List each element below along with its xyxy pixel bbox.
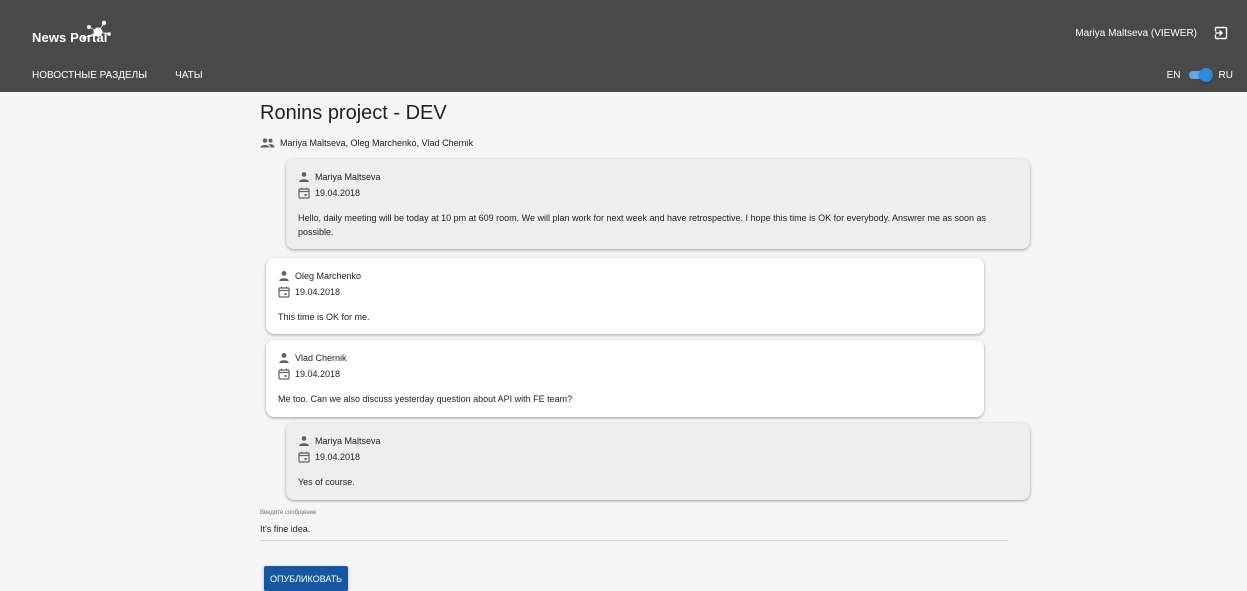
group-icon — [260, 138, 275, 148]
lang-ru-label: RU — [1218, 69, 1233, 81]
message-text: This time is OK for me. — [278, 312, 370, 322]
message-author: Mariya Maltseva — [315, 172, 381, 182]
message-card: Vlad Chernik 19.04.2018 Me too. Can we a… — [266, 340, 984, 417]
calendar-icon — [278, 286, 290, 298]
person-icon — [299, 172, 309, 182]
nav-item-chats[interactable]: ЧАТЫ — [175, 70, 203, 81]
message-date-row: 19.04.2018 — [278, 284, 972, 300]
person-icon — [279, 271, 289, 281]
message-date-row: 19.04.2018 — [298, 449, 1018, 465]
message-author-row: Oleg Marchenko — [278, 268, 972, 284]
message-author-row: Vlad Chernik — [278, 350, 972, 366]
top-app-bar: News Portal НОВОСТНЫЕ РАЗДЕЛЫ ЧАТЫ Mariy… — [0, 0, 1247, 92]
participants-list: Mariya Maltseva, Oleg Marchenko, Vlad Ch… — [280, 138, 474, 148]
message-date: 19.04.2018 — [315, 452, 361, 462]
app-logo[interactable]: News Portal — [32, 18, 122, 50]
language-toggle[interactable] — [1187, 68, 1213, 82]
logo-dots-icon — [82, 20, 111, 40]
message-card: Mariya Maltseva 19.04.2018 Hello, daily … — [286, 159, 1030, 249]
person-icon — [279, 353, 289, 363]
publish-button[interactable]: ОПУБЛИКОВАТЬ — [264, 566, 349, 591]
message-author: Oleg Marchenko — [295, 271, 362, 281]
person-icon — [299, 436, 309, 446]
message-text: Hello, daily meeting will be today at 10… — [298, 213, 986, 237]
logout-icon[interactable] — [1213, 25, 1229, 41]
message-input-label: Введите сообщение — [260, 510, 317, 516]
participants-row: Mariya Maltseva, Oleg Marchenko, Vlad Ch… — [260, 138, 473, 148]
calendar-icon — [298, 187, 310, 199]
message-date: 19.04.2018 — [315, 188, 361, 198]
message-date: 19.04.2018 — [295, 287, 341, 297]
main-nav: НОВОСТНЫЕ РАЗДЕЛЫ ЧАТЫ — [32, 70, 203, 81]
message-text: Me too. Can we also discuss yesterday qu… — [278, 394, 573, 404]
nav-item-news-sections[interactable]: НОВОСТНЫЕ РАЗДЕЛЫ — [32, 70, 147, 81]
message-author-row: Mariya Maltseva — [298, 169, 1018, 185]
message-date: 19.04.2018 — [295, 369, 341, 379]
lang-en-label: EN — [1166, 69, 1181, 81]
message-text: Yes of course. — [298, 477, 355, 487]
message-author: Mariya Maltseva — [315, 436, 381, 446]
message-date-row: 19.04.2018 — [278, 366, 972, 382]
message-card: Mariya Maltseva 19.04.2018 Yes of course… — [286, 423, 1030, 500]
toggle-knob — [1198, 68, 1213, 82]
calendar-icon — [298, 451, 310, 463]
chat-title: Ronins project - DEV — [260, 102, 447, 124]
calendar-icon — [278, 368, 290, 380]
message-author: Vlad Chernik — [295, 353, 347, 363]
message-composer: Введите сообщение — [260, 510, 1008, 541]
message-input[interactable] — [260, 524, 1008, 541]
message-author-row: Mariya Maltseva — [298, 433, 1018, 449]
current-user-label: Mariya Maltseva (VIEWER) — [1075, 28, 1197, 39]
language-switch: EN RU — [1167, 68, 1233, 82]
message-date-row: 19.04.2018 — [298, 185, 1018, 201]
message-card: Oleg Marchenko 19.04.2018 This time is O… — [266, 258, 984, 334]
